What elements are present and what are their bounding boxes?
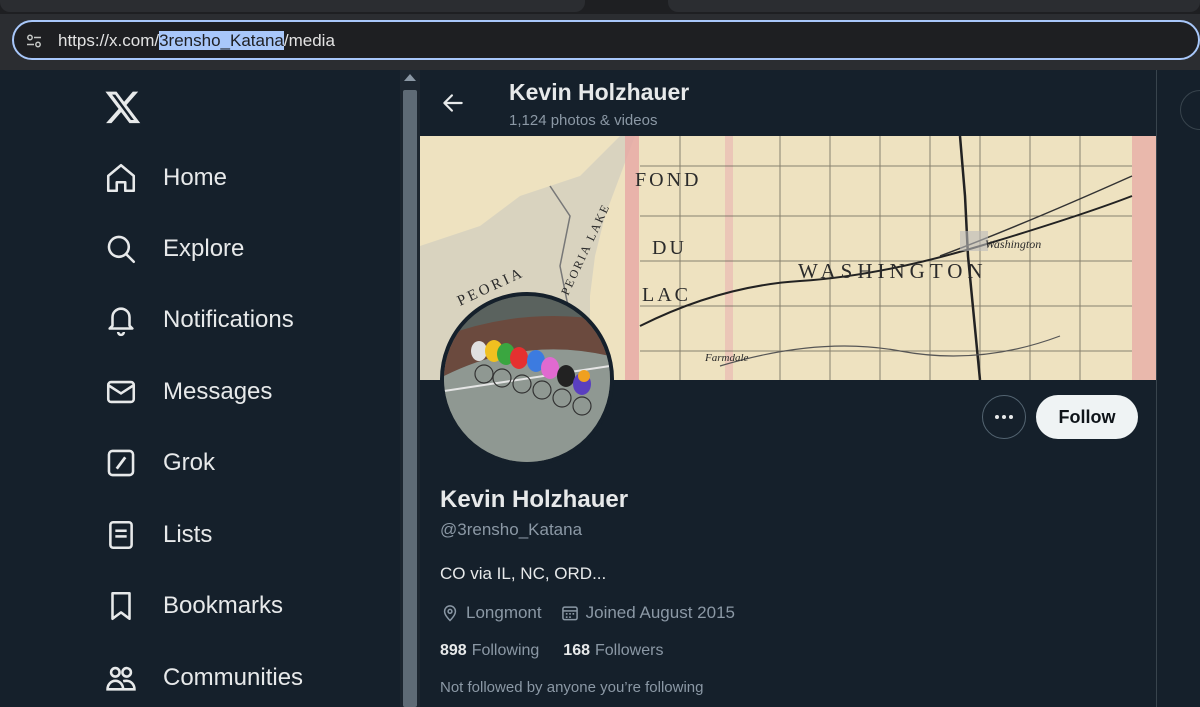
url-selected-text: 3rensho_Katana	[159, 31, 284, 50]
nav-label: Notifications	[163, 306, 294, 333]
nav-label: Explore	[163, 235, 245, 262]
nav-label: Lists	[163, 521, 213, 548]
calendar-icon	[561, 606, 578, 621]
followers-link[interactable]: 168 Followers	[563, 642, 663, 660]
profile-header-bar: Kevin Holzhauer 1,124 photos & videos	[420, 70, 1156, 136]
bookmark-icon	[111, 591, 131, 621]
nav-item-notifications[interactable]: Notifications	[104, 295, 294, 345]
avatar[interactable]	[440, 292, 614, 466]
right-sidebar	[1158, 70, 1200, 707]
url-suffix: /media	[283, 31, 335, 50]
nav-label: Bookmarks	[163, 592, 284, 619]
following-label: Following	[471, 642, 540, 659]
nav-item-lists[interactable]: Lists	[104, 510, 212, 560]
nav-item-bookmarks[interactable]: Bookmarks	[104, 581, 283, 631]
nav-item-explore[interactable]: Explore	[104, 224, 244, 274]
nav-label: Home	[163, 164, 228, 191]
profile-stats: 898 Following 168 Followers	[440, 642, 687, 660]
profile-location: Longmont	[466, 603, 542, 622]
browser-tab[interactable]	[668, 0, 1200, 12]
grok-icon	[107, 449, 135, 477]
nav-label: Grok	[163, 449, 216, 476]
following-link[interactable]: 898 Following	[440, 642, 539, 660]
profile-joined: Joined August 2015	[585, 603, 735, 622]
browser-tab[interactable]	[0, 0, 585, 12]
avatar-image	[444, 296, 610, 462]
nav-label: Messages	[163, 378, 273, 405]
map-label: WASHINGTON	[798, 259, 988, 283]
profile-name: Kevin Holzhauer	[440, 486, 629, 513]
nav-item-communities[interactable]: Communities	[104, 653, 303, 703]
more-options-button[interactable]	[982, 395, 1026, 439]
map-label: DU	[652, 237, 687, 259]
profile-bio: CO via IL, NC, ORD...	[440, 564, 607, 583]
header-name: Kevin Holzhauer	[509, 79, 690, 105]
search-icon	[107, 235, 136, 264]
browser-tab-strip	[0, 0, 1200, 14]
profile-handle: @3rensho_Katana	[440, 520, 583, 539]
back-arrow-icon[interactable]	[440, 90, 466, 116]
followers-label: Followers	[595, 642, 664, 659]
nav-item-messages[interactable]: Messages	[104, 367, 272, 417]
map-label: LAC	[642, 284, 691, 306]
envelope-icon	[106, 380, 136, 404]
nav-label: Communities	[163, 664, 304, 691]
home-icon	[106, 163, 136, 193]
scrollbar-thumb[interactable]	[403, 90, 417, 707]
nav-item-grok[interactable]: Grok	[104, 438, 215, 488]
follow-button[interactable]: Follow	[1036, 395, 1138, 439]
communities-icon	[106, 666, 136, 691]
site-settings-icon[interactable]	[26, 33, 42, 49]
header-media-count: 1,124 photos & videos	[509, 112, 658, 129]
profile-column: Kevin Holzhauer 1,124 photos & videos FO…	[420, 70, 1157, 707]
map-label: Washington	[985, 237, 1041, 251]
list-icon	[109, 520, 133, 550]
location-pin-icon	[443, 605, 457, 622]
bell-icon	[108, 307, 134, 337]
more-icon	[995, 415, 1013, 419]
map-label: Farmdale	[704, 352, 749, 364]
scroll-up-arrow-icon[interactable]	[404, 74, 416, 81]
nav-item-home[interactable]: Home	[104, 153, 227, 203]
x-logo-icon[interactable]	[104, 88, 142, 126]
browser-toolbar: https://x.com/3rensho_Katana/media	[0, 14, 1200, 70]
left-navigation: Home Explore Notifications Messages Grok…	[0, 70, 400, 707]
address-bar[interactable]: https://x.com/3rensho_Katana/media	[12, 20, 1200, 60]
url-text[interactable]: https://x.com/3rensho_Katana/media	[58, 31, 335, 51]
following-count: 898	[440, 642, 467, 659]
profile-meta: Longmont Joined August 2015	[440, 602, 735, 624]
followers-count: 168	[563, 642, 590, 659]
followers-you-know-note: Not followed by anyone you’re following	[440, 679, 704, 696]
map-label: FOND	[635, 169, 701, 191]
url-prefix: https://x.com/	[58, 31, 160, 50]
